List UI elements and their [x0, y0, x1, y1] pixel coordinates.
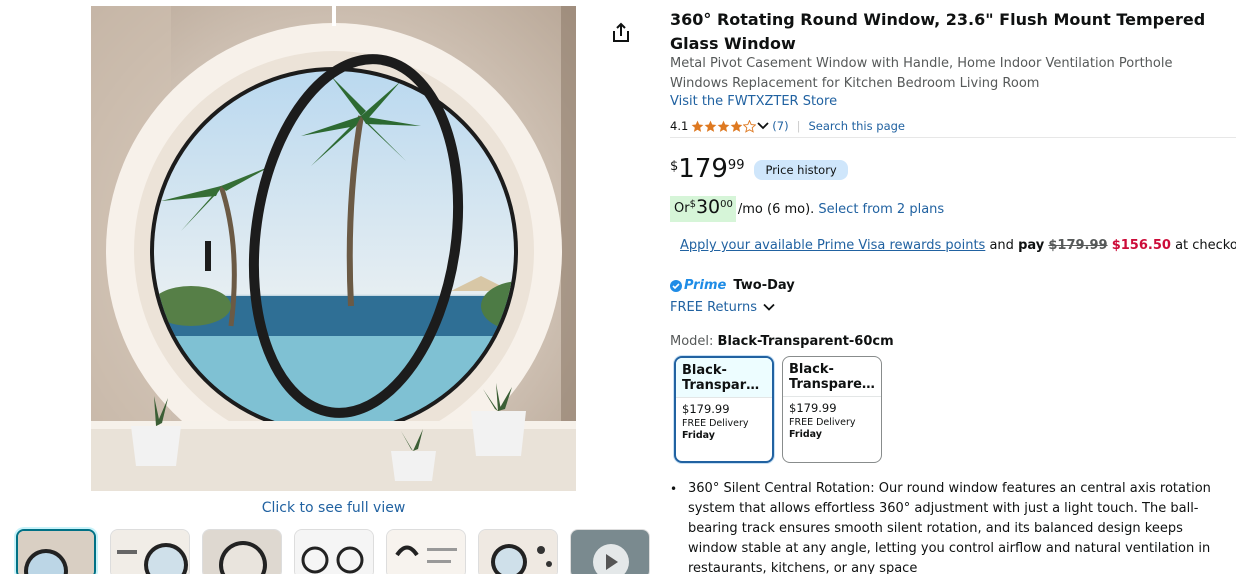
thumbnail-image — [203, 530, 281, 574]
rewards-pay: pay — [1018, 238, 1045, 253]
rating-count-link[interactable]: (7) — [772, 119, 788, 133]
free-returns-label: FREE Returns — [670, 300, 757, 315]
delivery-speed: Two-Day — [733, 278, 795, 293]
prime-delivery: Prime Two-Day — [670, 278, 795, 293]
prime-check-icon — [670, 279, 682, 292]
model-selected-value: Black-Transparent-60cm — [717, 334, 894, 349]
monthly-fraction: 00 — [720, 199, 733, 210]
product-title: 360° Rotating Round Window, 23.6" Flush … — [670, 10, 1206, 53]
model-option-name: Black- Transpare... — [676, 358, 772, 398]
monthly-payment: Or $ 30 00 /mo (6 mo). Select from 2 pla… — [670, 196, 944, 222]
thumbnail-2[interactable] — [110, 529, 190, 574]
free-returns[interactable]: FREE Returns — [670, 300, 775, 315]
divider — [670, 137, 1236, 138]
model-option-line1: Black- — [789, 362, 834, 377]
search-this-page-link[interactable]: Search this page — [808, 119, 905, 133]
rewards-row: Apply your available Prime Visa rewards … — [680, 238, 1236, 253]
model-option-delivery: FREE Delivery — [682, 418, 749, 429]
thumbnail-image — [111, 530, 189, 574]
rewards-new-price: $156.50 — [1111, 238, 1171, 253]
monthly-prefix: Or — [674, 201, 690, 216]
thumbnail-image — [571, 530, 649, 574]
thumbnail-5[interactable] — [386, 529, 466, 574]
model-option-day: Friday — [682, 430, 715, 441]
price-history-button[interactable]: Price history — [754, 160, 848, 180]
thumbnail-image — [295, 530, 373, 574]
monthly-amount: Or $ 30 00 — [670, 196, 736, 222]
thumbnail-1[interactable] — [16, 529, 96, 574]
thumbnail-image — [18, 531, 94, 574]
prime-visa-rewards-link[interactable]: Apply your available Prime Visa rewards … — [680, 238, 985, 253]
rating-value: 4.1 — [670, 119, 689, 133]
star-full-icon — [730, 120, 743, 132]
thumbnail-7-video[interactable] — [570, 529, 650, 574]
monthly-suffix: /mo (6 mo). — [737, 201, 815, 217]
model-option-body: $179.99 FREE Delivery Friday — [676, 398, 772, 446]
rating-row: 4.1 (7) | Search this page — [670, 117, 905, 135]
bullet-dot: • — [670, 482, 678, 496]
rewards-old-price: $179.99 — [1048, 238, 1108, 253]
product-subtitle: Metal Pivot Casement Window with Handle,… — [670, 56, 1173, 91]
price-block: $ 179 99 Price history — [670, 154, 848, 188]
model-option-line2: Transpare... — [789, 377, 875, 392]
model-option-line2: Transpare... — [682, 378, 766, 393]
feature-bullets: • 360° Silent Central Rotation: Our roun… — [670, 479, 1220, 574]
thumbnail-6[interactable] — [478, 529, 558, 574]
share-icon — [613, 22, 629, 42]
model-label-text: Model: — [670, 334, 718, 349]
star-full-icon — [717, 120, 730, 132]
chevron-down-icon — [763, 303, 775, 311]
star-full-icon — [691, 120, 704, 132]
prime-logo: Prime — [684, 278, 727, 293]
monthly-whole: 30 — [695, 196, 721, 218]
thumbnail-image — [387, 530, 465, 574]
model-option-price: $179.99 — [682, 402, 730, 416]
thumbnail-4[interactable] — [294, 529, 374, 574]
feature-bullet-1: 360° Silent Central Rotation: Our round … — [688, 481, 1211, 574]
thumbnail-3[interactable] — [202, 529, 282, 574]
share-button[interactable] — [609, 21, 633, 45]
rewards-suffix: at checkout. — [1175, 238, 1236, 253]
rewards-middle: and — [985, 238, 1019, 253]
model-option-price: $179.99 — [789, 401, 837, 415]
separator: | — [796, 119, 801, 133]
star-full-icon — [704, 120, 717, 132]
store-link[interactable]: Visit the FWTXZTER Store — [670, 94, 837, 109]
thumbnail-image — [479, 530, 557, 574]
model-option-body: $179.99 FREE Delivery Friday — [783, 397, 881, 445]
click-to-see-full-view[interactable]: Click to see full view — [91, 500, 576, 516]
star-empty-icon — [743, 119, 757, 133]
model-option-line1: Black- — [682, 363, 727, 378]
round-window-photo — [91, 6, 576, 491]
model-label: Model: Black-Transparent-60cm — [670, 334, 894, 349]
price-whole: 179 — [678, 154, 728, 184]
price-fraction: 99 — [727, 158, 745, 173]
model-option-delivery: FREE Delivery — [789, 417, 856, 428]
price-currency: $ — [670, 159, 679, 174]
main-product-image[interactable] — [91, 6, 576, 491]
model-option-2[interactable]: Black- Transpare... $179.99 FREE Deliver… — [782, 356, 882, 463]
model-option-name: Black- Transpare... — [783, 357, 881, 397]
model-option-day: Friday — [789, 429, 822, 440]
model-option-1[interactable]: Black- Transpare... $179.99 FREE Deliver… — [674, 356, 774, 463]
chevron-down-icon[interactable] — [757, 121, 769, 131]
star-rating[interactable] — [691, 119, 757, 133]
select-plans-link[interactable]: Select from 2 plans — [818, 202, 944, 217]
